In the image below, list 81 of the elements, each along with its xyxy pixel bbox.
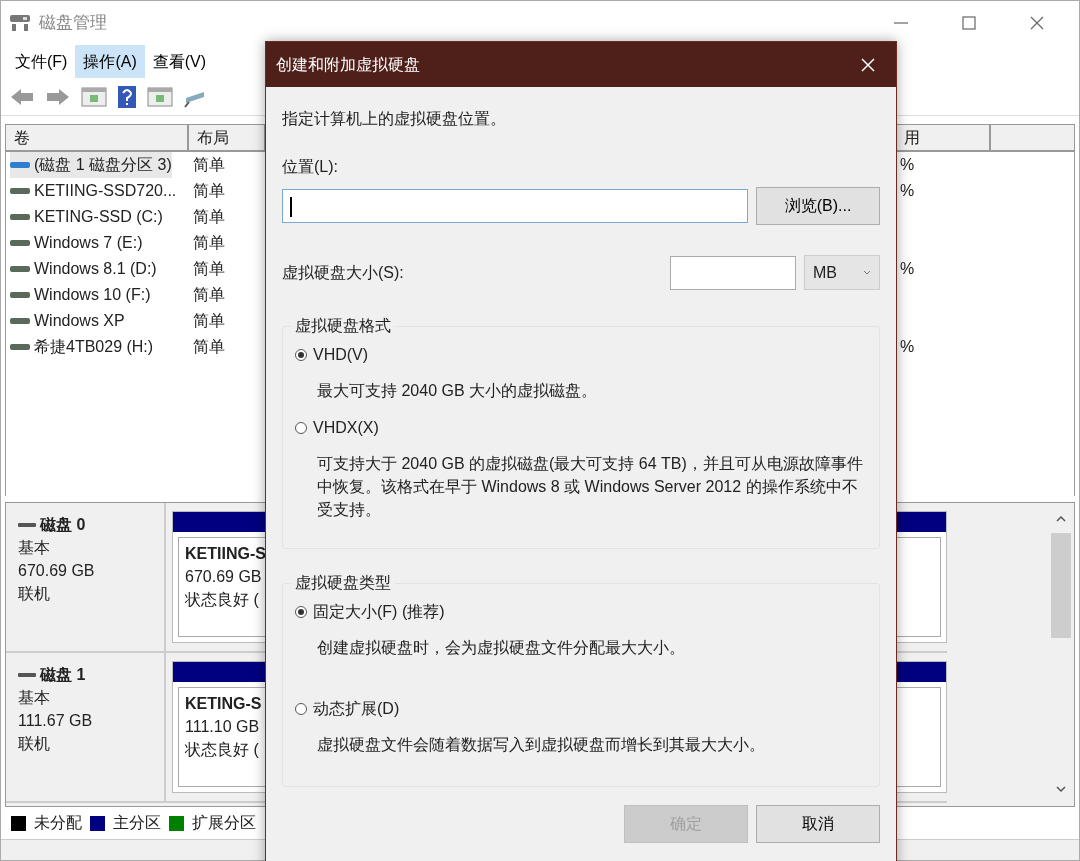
radio-circle[interactable]	[295, 349, 307, 361]
table-row-volume[interactable]: 希捷4TB029 (H:)	[10, 334, 154, 360]
maximize-icon	[961, 15, 977, 31]
partition-status: 状态良好 (	[185, 590, 259, 610]
legend-label: 扩展分区	[192, 813, 256, 833]
location-field[interactable]	[282, 189, 748, 223]
drive-icon	[10, 343, 30, 351]
radio-option[interactable]: VHD(V)	[295, 343, 369, 367]
cancel-button[interactable]: 取消	[756, 805, 880, 843]
table-row-volume[interactable]: Windows 10 (F:)	[10, 282, 151, 308]
size-field[interactable]	[670, 255, 796, 290]
table-cell-text: %	[900, 155, 915, 175]
table-row-volume[interactable]: Windows XP	[10, 308, 125, 334]
table-cell-text: 简单	[192, 337, 226, 357]
table-cell-text: 简单	[192, 207, 226, 227]
help-icon[interactable]	[117, 84, 137, 109]
drive-icon	[10, 239, 30, 247]
dialog-title: 创建和附加虚拟硬盘	[276, 54, 420, 75]
close-icon	[1029, 15, 1045, 31]
option-description: 可支持大于 2040 GB 的虚拟磁盘(最大可支持 64 TB)，并且可从电源故障事件中恢复。该格式在早于 Windows 8 或 Windows Server 2012 的操作系统中不受支持。	[316, 454, 864, 520]
table-cell-text: 简单	[192, 311, 226, 331]
radio-option[interactable]: 动态扩展(D)	[295, 697, 400, 721]
drive-icon	[10, 161, 30, 169]
unit-dropdown[interactable]: MB	[804, 255, 880, 290]
table-cell-text: %	[900, 181, 915, 201]
table-row-volume[interactable]: KETIING-SSD720...	[10, 178, 177, 204]
menu-item[interactable]: 查看(V)	[144, 45, 215, 78]
forward-arrow-icon[interactable]	[45, 86, 71, 107]
table-cell-text: 简单	[192, 233, 226, 253]
drive-icon	[10, 187, 30, 195]
legend-label: 未分配	[34, 813, 82, 833]
partition-status: 状态良好 (	[185, 740, 259, 760]
menu-item[interactable]: 操作(A)	[75, 45, 145, 78]
disk-type: 基本	[18, 688, 51, 708]
disk-name: 磁盘 1	[40, 665, 86, 685]
partition-name: KETING-S	[185, 694, 262, 714]
instruction-text: 指定计算机上的虚拟硬盘位置。	[282, 109, 507, 129]
table-row-volume[interactable]: (磁盘 1 磁盘分区 3)	[10, 152, 172, 178]
disk-type: 基本	[18, 538, 51, 558]
disk-size: 670.69 GB	[18, 561, 96, 581]
radio-circle[interactable]	[295, 606, 307, 618]
drive-icon	[10, 213, 30, 221]
drive-icon	[10, 265, 30, 273]
table-row-volume[interactable]: Windows 8.1 (D:)	[10, 256, 157, 282]
table-cell-text: 简单	[192, 285, 226, 305]
browse-button[interactable]: 浏览(B)...	[756, 187, 880, 225]
partition-size: 111.10 GB	[185, 717, 260, 737]
back-arrow-icon[interactable]	[9, 86, 35, 107]
table-cell-text: 简单	[192, 259, 226, 279]
menu-item[interactable]: 文件(F)	[7, 45, 76, 78]
disk-name: 磁盘 0	[40, 515, 86, 535]
radio-option[interactable]: VHDX(X)	[295, 416, 379, 440]
caret-icon	[863, 270, 871, 275]
table-cell-text: 简单	[192, 155, 226, 175]
partition-size: 670.69 GB	[185, 567, 262, 587]
disk-status: 联机	[18, 734, 51, 754]
disk-size: 111.67 GB	[18, 711, 94, 731]
table-cell-text: %	[900, 337, 915, 357]
radio-circle[interactable]	[295, 703, 307, 715]
disk-status: 联机	[18, 584, 51, 604]
table-row-volume[interactable]: Windows 7 (E:)	[10, 230, 143, 256]
option-description: 创建虚拟硬盘时，会为虚拟硬盘文件分配最大大小。	[316, 638, 686, 658]
field-label: 虚拟硬盘大小(S):	[282, 262, 405, 283]
minimize-icon	[894, 22, 908, 24]
radio-circle[interactable]	[295, 422, 307, 434]
table-cell-text: %	[900, 259, 915, 279]
app-icon	[9, 13, 31, 33]
panel-icon[interactable]	[81, 85, 107, 108]
radio-option[interactable]: 固定大小(F) (推荐)	[295, 600, 445, 624]
legend-label: 主分区	[113, 813, 161, 833]
window-title: 磁盘管理	[39, 12, 107, 35]
table-cell-text: 简单	[192, 181, 226, 201]
field-label: 位置(L):	[282, 157, 339, 177]
option-description: 最大可支持 2040 GB 大小的虚拟磁盘。	[316, 381, 599, 401]
table-row-volume[interactable]: KETING-SSD (C:)	[10, 204, 163, 230]
drive-icon	[10, 291, 30, 299]
close-icon	[860, 56, 876, 73]
panel-icon[interactable]	[147, 85, 173, 108]
drive-icon	[10, 317, 30, 325]
option-description: 虚拟硬盘文件会随着数据写入到虚拟硬盘而增长到其最大大小。	[316, 735, 766, 755]
partition-name: KETIING-S	[185, 544, 266, 564]
